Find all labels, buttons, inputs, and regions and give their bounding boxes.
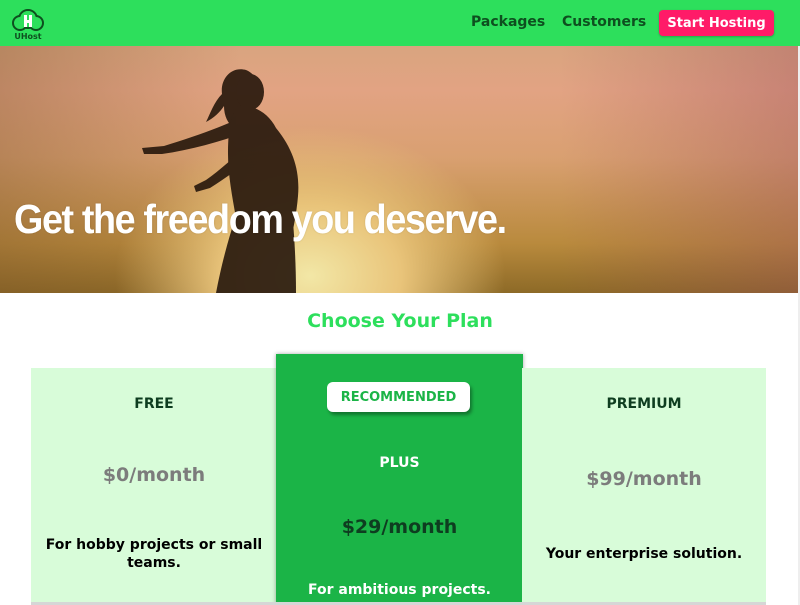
hero-headline: Get the freedom you deserve. xyxy=(14,196,507,242)
recommended-badge: RECOMMENDED xyxy=(327,382,470,412)
plan-name: FREE xyxy=(134,396,174,412)
top-navigation-bar: UHost Packages Customers Start Hosting xyxy=(0,0,800,46)
plan-price: $29/month xyxy=(341,516,458,538)
plan-description: For ambitious projects. xyxy=(307,582,491,598)
plans-section-title: Choose Your Plan xyxy=(307,310,493,332)
uhost-logo-icon[interactable]: UHost xyxy=(10,7,46,41)
plan-price: $0/month xyxy=(102,464,206,486)
plan-description: For hobby projects or small teams. xyxy=(45,537,263,571)
hero-banner: Get the freedom you deserve. xyxy=(0,46,800,293)
nav-link-packages[interactable]: Packages xyxy=(471,14,545,30)
plan-card-free: FREE $0/month For hobby projects or smal… xyxy=(31,368,277,605)
woman-silhouette-image xyxy=(142,69,299,293)
plan-name: PLUS xyxy=(379,455,420,471)
plan-card-premium: PREMIUM $99/month Your enterprise soluti… xyxy=(522,368,766,605)
nav-link-customers[interactable]: Customers xyxy=(562,14,646,30)
logo-text: UHost xyxy=(14,32,41,41)
plan-description: Your enterprise solution. xyxy=(545,546,743,562)
start-hosting-button[interactable]: Start Hosting xyxy=(659,10,774,36)
plan-name: PREMIUM xyxy=(606,396,682,412)
plan-card-plus: RECOMMENDED PLUS $29/month For ambitious… xyxy=(276,354,523,605)
plan-price: $99/month xyxy=(586,468,702,490)
